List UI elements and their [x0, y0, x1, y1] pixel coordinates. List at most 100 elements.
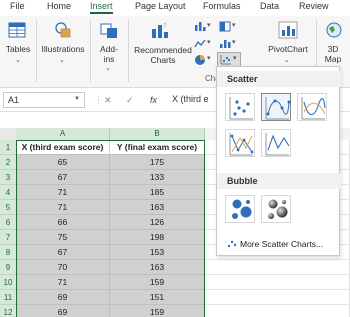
table-cell[interactable]: 69	[16, 305, 110, 317]
table-cell[interactable]: 75	[16, 230, 110, 245]
svg-text:?: ?	[163, 22, 167, 30]
tab-review[interactable]: Review	[299, 1, 329, 11]
addins-button[interactable]: Add- ins ⌄	[92, 16, 126, 86]
pivotchart-icon	[278, 21, 298, 39]
scatter-chart-button[interactable]: ▾	[217, 52, 241, 67]
tables-button[interactable]: Tables ⌄	[0, 16, 36, 86]
table-cell[interactable]: 67	[16, 245, 110, 260]
line-chart-icon[interactable]	[194, 38, 206, 49]
chevron-down-icon[interactable]: ▼	[74, 96, 80, 102]
table-cell[interactable]: 66	[16, 215, 110, 230]
chevron-down-icon[interactable]: ▾	[232, 21, 236, 29]
table-cell[interactable]: 133	[110, 170, 205, 185]
scatter-markers-icon	[229, 97, 253, 120]
scatter-smooth-lines-markers-option[interactable]	[261, 93, 291, 121]
bubble-option[interactable]	[225, 195, 255, 223]
table-cell[interactable]: 70	[16, 260, 110, 275]
cancel-icon[interactable]: ✕	[104, 95, 112, 106]
row-header[interactable]: 10	[0, 275, 16, 290]
table-cell[interactable]: 163	[110, 200, 205, 215]
empty-cell[interactable]	[205, 290, 350, 305]
bubble-section-title: Bubble	[217, 173, 341, 189]
row-header[interactable]: 1	[0, 140, 16, 155]
table-cell[interactable]: 159	[110, 305, 205, 317]
3d-map-label-1: 3D	[327, 44, 339, 54]
scatter-smooth-markers-icon	[265, 97, 291, 120]
bubble-3d-chart-icon	[268, 199, 288, 219]
illustrations-button[interactable]: Illustrations ⌄	[38, 16, 88, 86]
column-chart-icon[interactable]	[194, 21, 206, 32]
chevron-down-icon[interactable]: ▾	[207, 21, 211, 29]
bubble-chart-icon	[232, 199, 252, 219]
table-cell[interactable]: 67	[16, 170, 110, 185]
scatter-chart-icon	[227, 240, 237, 248]
tab-file[interactable]: File	[10, 1, 25, 11]
empty-cell[interactable]	[205, 305, 350, 317]
column-header-a[interactable]: A	[16, 128, 110, 140]
scatter-straight-lines-option[interactable]	[261, 129, 291, 157]
chevron-down-icon[interactable]: ▾	[207, 54, 211, 62]
scatter-chart-icon	[220, 55, 231, 65]
scatter-smooth-lines-option[interactable]	[297, 93, 327, 121]
table-cell[interactable]: 198	[110, 230, 205, 245]
row-header[interactable]: 5	[0, 200, 16, 215]
tab-page-layout[interactable]: Page Layout	[135, 1, 186, 11]
bubble-3d-option[interactable]	[261, 195, 291, 223]
table-cell[interactable]: 71	[16, 200, 110, 215]
table-cell[interactable]: 175	[110, 155, 205, 170]
column-title-cell[interactable]: Y (final exam score)	[110, 140, 205, 155]
column-header-b[interactable]: B	[110, 128, 205, 140]
chevron-down-icon[interactable]: ▾	[207, 38, 211, 46]
row-header[interactable]: 2	[0, 155, 16, 170]
3d-map-label-2: Map	[324, 54, 342, 64]
scatter-option[interactable]	[225, 93, 255, 121]
tab-formulas[interactable]: Formulas	[203, 1, 241, 11]
chevron-down-icon: ▾	[233, 55, 237, 62]
divider	[90, 20, 91, 82]
addins-label-1: Add-	[100, 44, 118, 54]
ribbon-tabs: File Home Insert Page Layout Formulas Da…	[0, 0, 350, 16]
table-cell[interactable]: 163	[110, 260, 205, 275]
row-header[interactable]: 9	[0, 260, 16, 275]
row-header[interactable]: 7	[0, 230, 16, 245]
table-cell[interactable]: 151	[110, 290, 205, 305]
empty-cell[interactable]	[205, 275, 350, 290]
enter-icon[interactable]: ✓	[126, 95, 134, 106]
column-title-cell[interactable]: X (third exam score)	[16, 140, 110, 155]
recommended-label-1: Recommended	[134, 45, 192, 55]
tab-data[interactable]: Data	[260, 1, 279, 11]
tab-home[interactable]: Home	[47, 1, 71, 11]
recommended-label-2: Charts	[150, 55, 176, 65]
scatter-dropdown: Scatter Bubble More Scatter Charts...	[216, 66, 341, 256]
row-header[interactable]: 11	[0, 290, 16, 305]
hierarchy-chart-icon[interactable]	[219, 21, 231, 32]
scatter-straight-lines-markers-option[interactable]	[225, 129, 255, 157]
tab-insert[interactable]: Insert	[90, 1, 113, 14]
more-options-icon: ⋮	[94, 95, 103, 105]
table-cell[interactable]: 69	[16, 290, 110, 305]
recommended-charts-button[interactable]: ? Recommended Charts	[130, 16, 192, 86]
table-cell[interactable]: 126	[110, 215, 205, 230]
statistic-chart-icon[interactable]	[219, 38, 231, 49]
table-cell[interactable]: 159	[110, 275, 205, 290]
pie-chart-icon[interactable]	[194, 54, 206, 65]
name-box[interactable]: A1	[3, 92, 85, 108]
table-cell[interactable]: 71	[16, 275, 110, 290]
row-header[interactable]: 3	[0, 170, 16, 185]
chevron-down-icon[interactable]: ▾	[232, 38, 236, 46]
row-header[interactable]: 8	[0, 245, 16, 260]
table-cell[interactable]: 71	[16, 185, 110, 200]
insert-function-icon[interactable]: fx	[150, 95, 157, 105]
table-cell[interactable]: 153	[110, 245, 205, 260]
row-header[interactable]: 4	[0, 185, 16, 200]
globe-icon	[326, 22, 342, 38]
empty-cell[interactable]	[205, 260, 350, 275]
illustrations-icon	[55, 22, 71, 38]
select-all-corner[interactable]	[0, 128, 16, 140]
table-cell[interactable]: 185	[110, 185, 205, 200]
table-cell[interactable]: 65	[16, 155, 110, 170]
row-header[interactable]: 6	[0, 215, 16, 230]
row-header[interactable]: 12	[0, 305, 16, 317]
addins-label-2: ins	[103, 54, 115, 64]
chevron-down-icon: ⌄	[15, 57, 21, 64]
